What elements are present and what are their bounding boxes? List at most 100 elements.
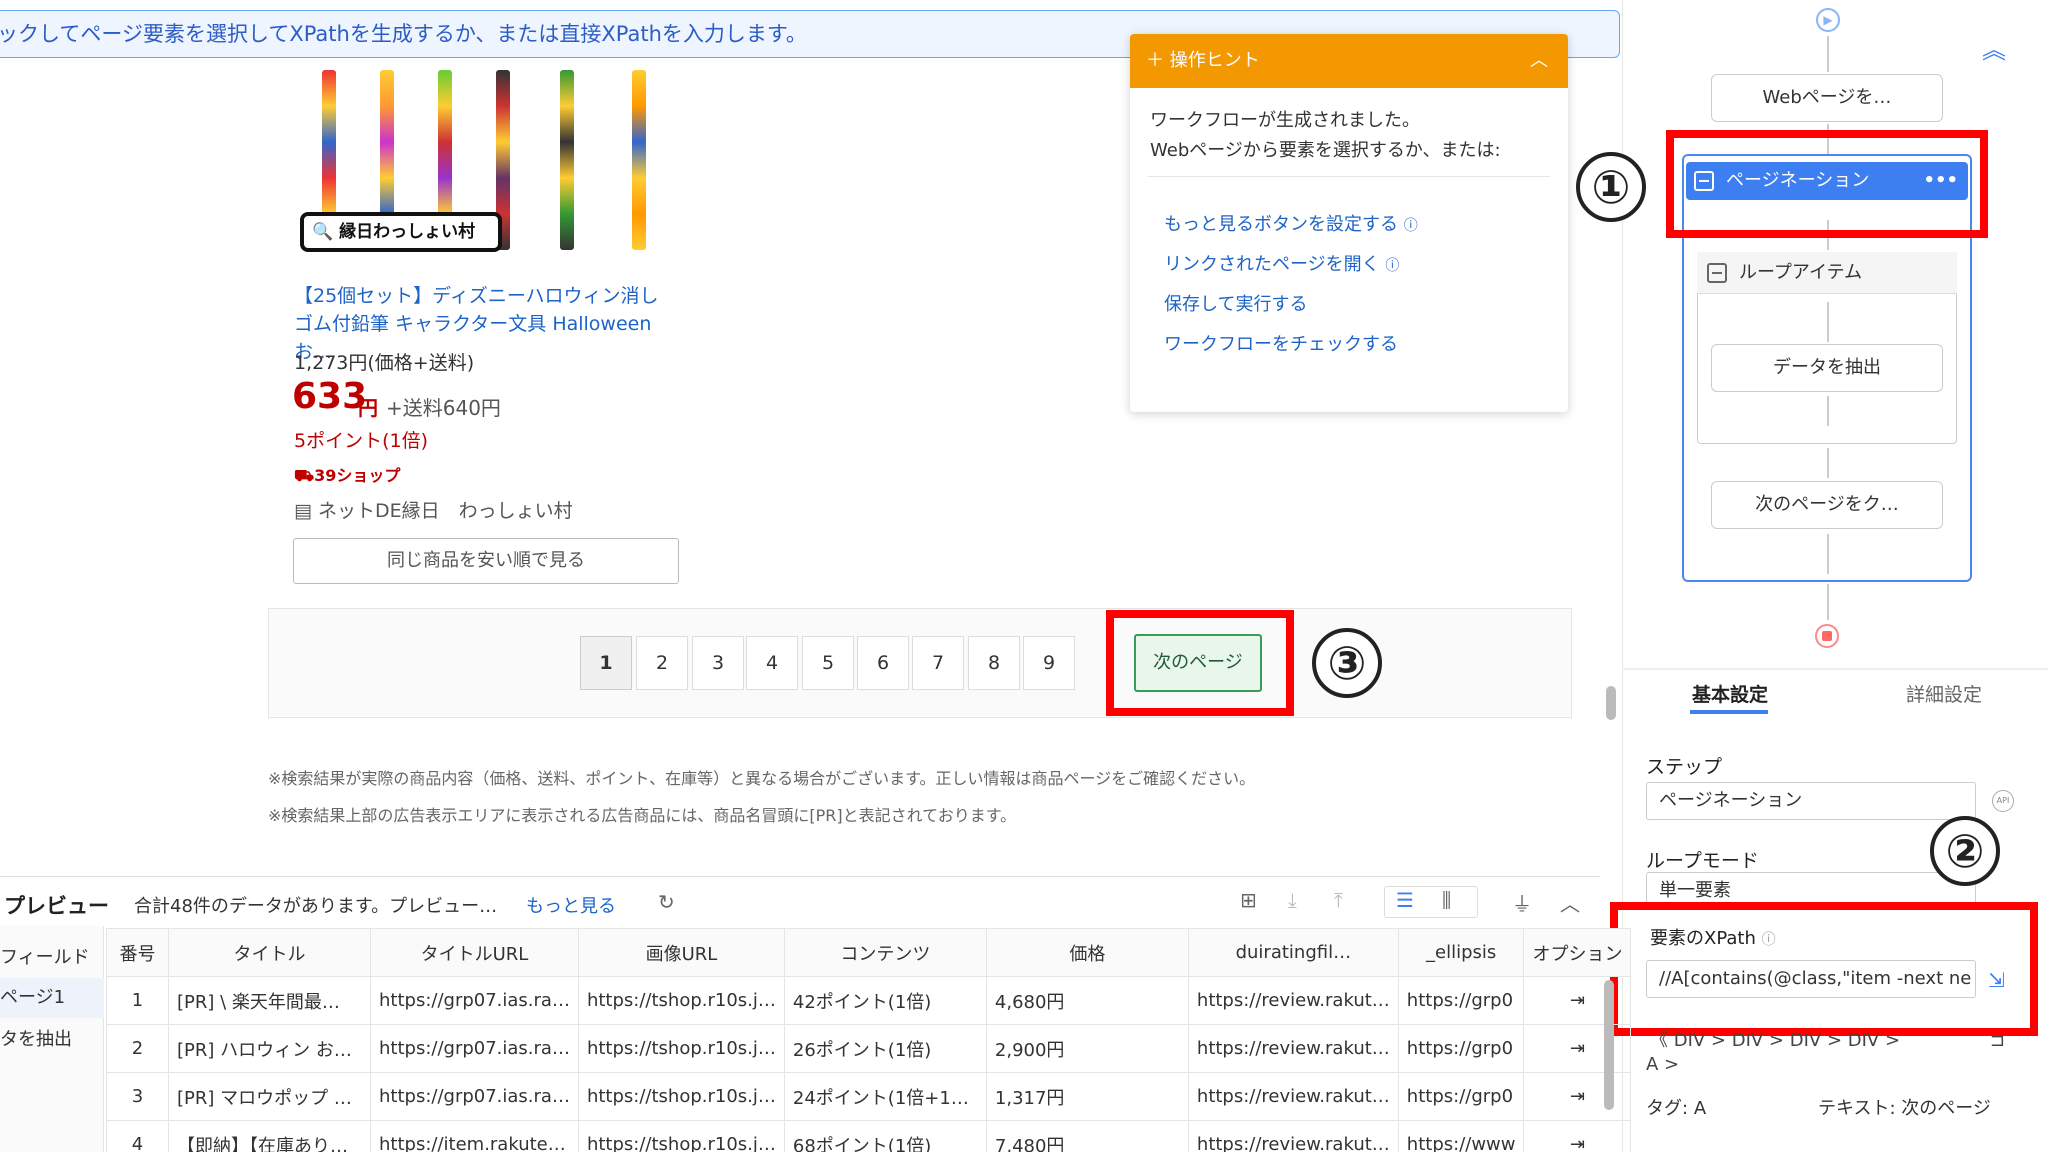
same-product-button[interactable]: 同じ商品を安い順で見る: [293, 538, 679, 584]
hint-link-check-workflow[interactable]: ワークフローをチェックする: [1164, 330, 1398, 356]
cell[interactable]: 42ポイント(1倍): [783, 976, 987, 1025]
list-view-icon[interactable]: ☰: [1396, 888, 1414, 912]
download-icon[interactable]: ⤓: [1288, 888, 1297, 912]
cell[interactable]: 【即納】【在庫あり…: [168, 1120, 371, 1152]
cell[interactable]: 4,680円: [985, 976, 1189, 1025]
cell[interactable]: https://grp07.ias.ra…: [370, 976, 579, 1025]
cell[interactable]: https://tshop.r10s.j…: [577, 1072, 785, 1121]
cell[interactable]: 24ポイント(1倍+1…: [783, 1072, 987, 1121]
col-header[interactable]: 番号: [106, 928, 169, 977]
step-name-input[interactable]: ページネーション: [1646, 782, 1976, 820]
page-3-button[interactable]: 3: [692, 636, 744, 690]
cell[interactable]: 26ポイント(1倍): [783, 1024, 987, 1073]
add-field-icon[interactable]: ⊞: [1240, 888, 1257, 912]
col-header[interactable]: duiratingfil…: [1187, 928, 1399, 977]
cell[interactable]: 2,900円: [985, 1024, 1189, 1073]
cell[interactable]: [PR] マロウポップ …: [168, 1072, 371, 1121]
table-row: 2 [PR] ハロウィン お… https://grp07.ias.ra… ht…: [106, 1024, 1632, 1073]
node-loop-item-label: ループアイテム: [1739, 262, 1863, 283]
page-4-button[interactable]: 4: [746, 636, 798, 690]
dom-breadcrumb-tail[interactable]: A >: [1646, 1054, 1679, 1075]
api-icon[interactable]: API: [1992, 790, 2014, 812]
node-next-page-click[interactable]: 次のページをク…: [1711, 481, 1943, 529]
table-header-row: 番号 タイトル タイトルURL 画像URL コンテンツ 価格 duirating…: [106, 928, 1632, 977]
row-option-icon[interactable]: ⇥: [1523, 976, 1632, 1025]
dom-breadcrumb[interactable]: 《 DIV > DIV > DIV > DIV >: [1650, 1026, 1900, 1052]
preview-scrollbar[interactable]: [1604, 980, 1614, 1110]
tab-detail-settings[interactable]: 詳細設定: [1906, 680, 1982, 707]
cell[interactable]: https://review.rakut…: [1187, 976, 1399, 1025]
cell[interactable]: https://grp07.ias.ra…: [370, 1024, 579, 1073]
col-header[interactable]: コンテンツ: [783, 928, 987, 977]
preview-table: 番号 タイトル タイトルURL 画像URL コンテンツ 価格 duirating…: [106, 928, 1632, 1152]
col-header[interactable]: 価格: [985, 928, 1189, 977]
page-2-button[interactable]: 2: [636, 636, 688, 690]
field-item-page1[interactable]: ページ1: [0, 978, 104, 1018]
preview-more-link[interactable]: もっと見る: [526, 892, 616, 918]
collapse-up-icon[interactable]: ︽: [1982, 30, 2006, 65]
shop-name[interactable]: ▤ ネットDE縁日 わっしょい村: [294, 496, 573, 523]
node-open-webpage[interactable]: Webページを…: [1711, 74, 1943, 122]
help-icon[interactable]: ⓘ: [1404, 218, 1418, 234]
node-extract-data[interactable]: データを抽出: [1711, 344, 1943, 392]
cell[interactable]: https://review.rakut…: [1187, 1120, 1399, 1152]
page-6-button[interactable]: 6: [857, 636, 909, 690]
field-item-extract[interactable]: タを抽出: [0, 1020, 104, 1060]
cell[interactable]: 7,480円: [985, 1120, 1189, 1152]
cell[interactable]: https://review.rakut…: [1187, 1024, 1399, 1073]
page-8-button[interactable]: 8: [968, 636, 1020, 690]
cell[interactable]: https://grp0: [1397, 1024, 1525, 1073]
plus-icon: ＋: [1146, 50, 1164, 71]
callout-2: ②: [1930, 816, 2000, 886]
col-header[interactable]: 画像URL: [577, 928, 785, 977]
hint-header[interactable]: ＋ 操作ヒント ︿: [1130, 34, 1568, 88]
refresh-icon[interactable]: ↻: [658, 890, 675, 914]
cell[interactable]: https://grp0: [1397, 1072, 1525, 1121]
collapse-preview-icon[interactable]: ︿: [1560, 888, 1580, 917]
cell[interactable]: https://tshop.r10s.j…: [577, 1120, 785, 1152]
cell[interactable]: https://tshop.r10s.j…: [577, 976, 785, 1025]
flow-arrow: [1827, 302, 1829, 342]
shipping-fee: +送料640円: [386, 396, 501, 420]
page-5-button[interactable]: 5: [802, 636, 854, 690]
hint-link-label: リンクされたページを開く: [1164, 254, 1380, 275]
node-loop-item[interactable]: ループアイテム: [1697, 252, 1957, 294]
preview-summary: 合計48件のデータがあります。プレビュー…: [134, 896, 498, 917]
column-view-icon[interactable]: ⫼: [1442, 888, 1451, 912]
cell[interactable]: https://grp0: [1397, 976, 1525, 1025]
col-header[interactable]: タイトルURL: [370, 928, 579, 977]
page-9-button[interactable]: 9: [1023, 636, 1075, 690]
row-option-icon[interactable]: ⇥: [1523, 1120, 1632, 1152]
col-header[interactable]: タイトル: [168, 928, 371, 977]
help-icon[interactable]: ⓘ: [1385, 258, 1399, 274]
tab-basic-settings[interactable]: 基本設定: [1692, 680, 1768, 707]
page-7-button[interactable]: 7: [912, 636, 964, 690]
tag-value: A: [1693, 1098, 1707, 1119]
cell[interactable]: https://grp07.ias.ra…: [370, 1072, 579, 1121]
hint-message: ワークフローが生成されました。 Webページから要素を選択するか、または:: [1150, 106, 1501, 166]
collapse-minus-icon[interactable]: [1707, 263, 1727, 283]
collapse-icon[interactable]: ︿: [1530, 34, 1548, 88]
cell[interactable]: https://www: [1397, 1120, 1525, 1152]
col-header[interactable]: _ellipsis: [1397, 928, 1525, 977]
hint-link-open-page[interactable]: リンクされたページを開く ⓘ: [1164, 250, 1399, 276]
col-header[interactable]: オプション: [1523, 928, 1632, 977]
tag-label: タグ:: [1646, 1098, 1689, 1119]
notes: ※検索結果が実際の商品内容（価格、送料、ポイント、在庫等）と異なる場合がございま…: [268, 760, 1255, 834]
hint-link-save-run[interactable]: 保存して実行する: [1164, 290, 1307, 316]
hint-link-more-button[interactable]: もっと見るボタンを設定する ⓘ: [1164, 210, 1418, 236]
row-option-icon[interactable]: ⇥: [1523, 1024, 1632, 1073]
cell[interactable]: 68ポイント(1倍): [783, 1120, 987, 1152]
cell[interactable]: 1,317円: [985, 1072, 1189, 1121]
page-scrollbar[interactable]: [1606, 686, 1616, 720]
upload-icon[interactable]: ⤒: [1334, 888, 1343, 912]
cell[interactable]: https://review.rakut…: [1187, 1072, 1399, 1121]
row-option-icon[interactable]: ⇥: [1523, 1072, 1632, 1121]
cell[interactable]: [PR] ハロウィン お…: [168, 1024, 371, 1073]
cell[interactable]: https://item.rakute…: [370, 1120, 579, 1152]
copy-icon[interactable]: ⊐: [1990, 1030, 2005, 1051]
cell[interactable]: [PR] \ 楽天年間最…: [168, 976, 371, 1025]
cell[interactable]: https://tshop.r10s.j…: [577, 1024, 785, 1073]
filter-icon[interactable]: ⏚: [1512, 888, 1532, 917]
page-1-button[interactable]: 1: [580, 636, 632, 690]
